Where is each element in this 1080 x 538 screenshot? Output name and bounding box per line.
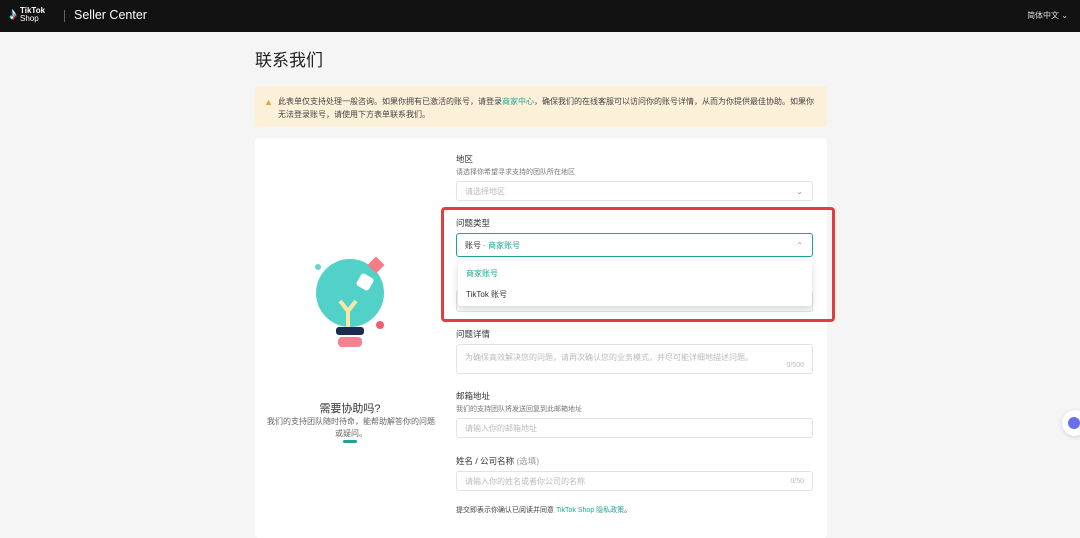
top-bar: ♪ TikTok Shop Seller Center 简体中文 ⌄: [0, 0, 1080, 32]
privacy-end: 。: [624, 507, 632, 514]
logo-text-2: Shop: [20, 14, 39, 23]
region-hint: 请选择你希望寻求支持的团队所在地区: [456, 169, 575, 176]
region-select[interactable]: 请选择地区 ⌄: [456, 181, 813, 201]
tiktok-shop-logo[interactable]: ♪ TikTok Shop: [9, 6, 45, 24]
accent-bar: [343, 440, 357, 443]
email-label: 邮箱地址: [456, 391, 491, 401]
details-label: 问题详情: [456, 329, 491, 339]
seller-center-link[interactable]: 商家中心: [502, 97, 534, 106]
chevron-down-icon: ⌄: [796, 186, 803, 196]
name-label-text: 姓名 / 公司名称: [456, 456, 515, 466]
email-placeholder: 请输入你的邮箱地址: [465, 423, 537, 433]
details-counter: 0/500: [786, 362, 804, 369]
name-label: 姓名 / 公司名称 (选填): [456, 455, 539, 467]
privacy-notice: 提交即表示你确认已阅读并同意 TikTok Shop 隐私政策。: [456, 505, 631, 515]
page-title: 联系我们: [255, 51, 323, 70]
details-textarea[interactable]: 为确保高效解决您的问题，请再次确认您的业务模式，并尽可能详细地描述问题。 0/5…: [456, 344, 813, 374]
lightbulb-illustration: [315, 256, 385, 347]
highlight-box: [441, 207, 835, 322]
region-placeholder: 请选择地区: [465, 186, 505, 196]
help-title: 需要协助吗?: [319, 403, 381, 415]
name-counter: 0/50: [790, 478, 804, 485]
divider: [64, 10, 65, 22]
tiktok-note-icon: ♪: [9, 6, 17, 23]
name-input[interactable]: 请输入你的姓名或者你公司的名称 0/50: [456, 471, 813, 491]
region-label: 地区: [456, 154, 474, 164]
help-description: 我们的支持团队随时待命，能帮助解答你的问题或疑问。: [267, 417, 435, 438]
email-input[interactable]: 请输入你的邮箱地址: [456, 418, 813, 438]
optional-tag: (选填): [516, 456, 540, 466]
email-hint: 我们的支持团队将发送回复到此邮箱地址: [456, 406, 582, 413]
privacy-text: 提交即表示你确认已阅读并同意: [456, 507, 556, 514]
language-selector[interactable]: 简体中文 ⌄: [1027, 10, 1068, 21]
notice-banner: ▲ 此表单仅支持处理一般咨询。如果你拥有已激活的账号，请登录商家中心，确保我们的…: [255, 86, 827, 127]
privacy-policy-link[interactable]: TikTok Shop 隐私政策: [556, 507, 624, 514]
app-title: Seller Center: [74, 8, 147, 22]
name-placeholder: 请输入你的姓名或者你公司的名称: [465, 476, 585, 486]
floating-assistant-button[interactable]: [1062, 410, 1080, 436]
warning-icon: ▲: [264, 97, 273, 107]
assistant-icon: [1068, 417, 1080, 429]
details-placeholder: 为确保高效解决您的问题，请再次确认您的业务模式，并尽可能详细地描述问题。: [465, 353, 753, 362]
notice-text: 此表单仅支持处理一般咨询。如果你拥有已激活的账号，请登录: [278, 97, 502, 106]
